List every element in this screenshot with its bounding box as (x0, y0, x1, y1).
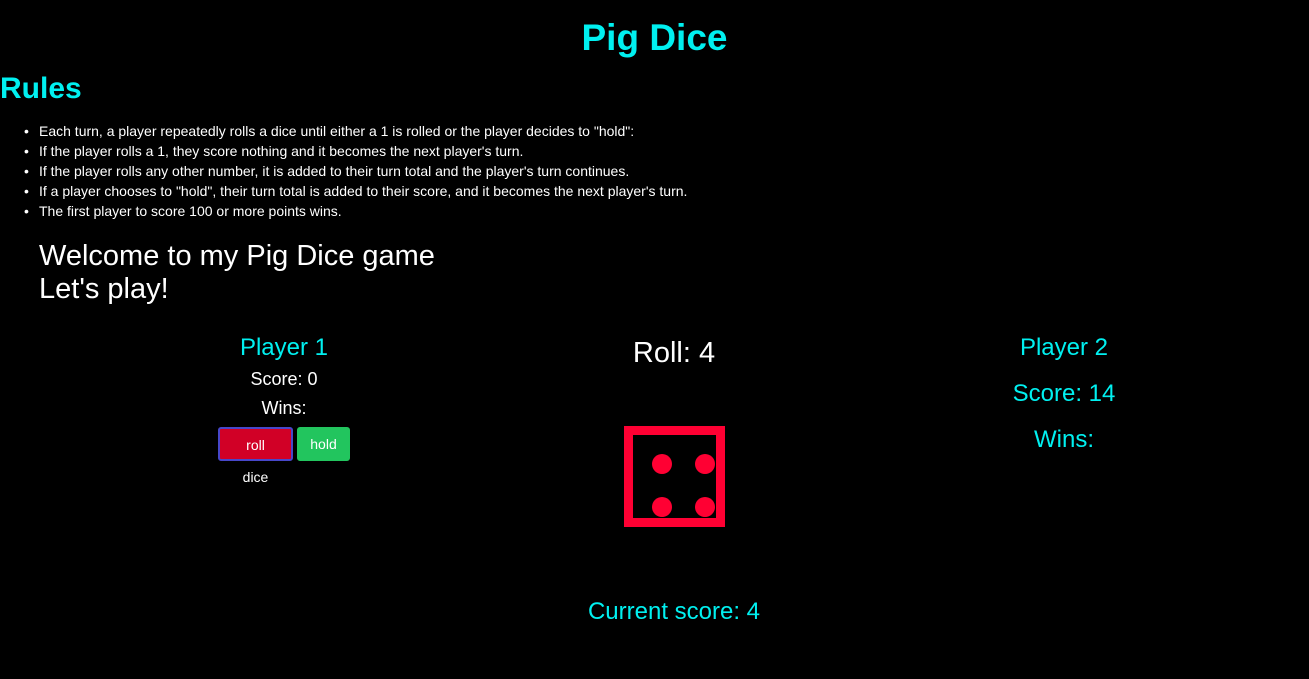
player-2-wins: Wins: (1034, 426, 1094, 453)
rule-item: • The first player to score 100 or more p… (24, 203, 342, 219)
player-2-panel: Player 2 Score: 14 Wins: (964, 333, 1164, 455)
player-1-name: Player 1 (239, 334, 329, 361)
player-1-panel: Player 1 Score: 0 Wins: roll dice hold (184, 333, 384, 485)
current-score: Current score: 4 (587, 598, 761, 625)
rule-item: • If the player rolls any other number, i… (24, 163, 630, 179)
die-pip (652, 497, 672, 517)
roll-result: Roll: 4 (632, 337, 716, 369)
lets-play-line: Let's play! (39, 273, 169, 305)
bullet-icon: • (24, 163, 29, 179)
player-2-score: Score: 14 (1012, 380, 1116, 407)
bullet-icon: • (24, 203, 29, 219)
rule-item: • Each turn, a player repeatedly rolls a … (24, 123, 635, 139)
player-2-name: Player 2 (1019, 334, 1109, 361)
bullet-icon: • (24, 143, 29, 159)
die-pip (695, 497, 715, 517)
pig-dice-page: Pig Dice Rules • Each turn, a player repe… (0, 0, 1309, 679)
welcome-message: Welcome to my Pig Dice game Let's play! (39, 240, 435, 306)
rules-heading: Rules (0, 72, 82, 105)
rules-list: • Each turn, a player repeatedly rolls a … (24, 121, 688, 221)
bullet-icon: • (24, 183, 29, 199)
hold-button[interactable]: hold (297, 427, 350, 461)
player-1-score: Score: 0 (250, 369, 318, 389)
die-pip (695, 454, 715, 474)
die-pip (652, 454, 672, 474)
die-four-icon (624, 426, 725, 527)
bullet-icon: • (24, 123, 29, 139)
rule-item: • If a player chooses to "hold", their tu… (24, 183, 688, 199)
page-title: Pig Dice (581, 17, 728, 58)
roll-dice-button[interactable]: roll dice (218, 427, 293, 485)
rule-item: • If the player rolls a 1, they score not… (24, 143, 524, 159)
player-1-controls: roll dice hold (184, 427, 384, 485)
player-1-wins: Wins: (261, 398, 307, 418)
welcome-line: Welcome to my Pig Dice game (39, 240, 435, 272)
